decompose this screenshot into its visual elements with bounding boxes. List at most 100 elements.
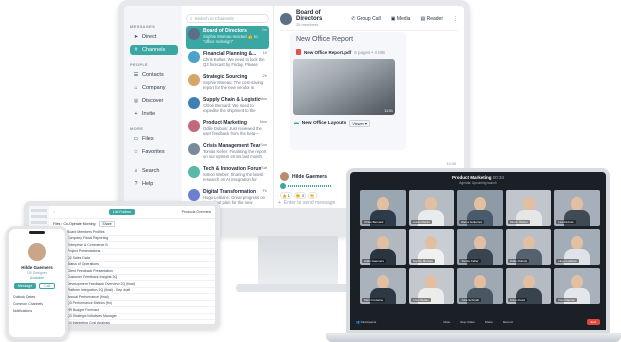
video-tile[interactable]: Simon Weber bbox=[505, 190, 552, 226]
video-tile[interactable]: Odile Dubois bbox=[505, 229, 552, 265]
search-input[interactable]: ⌕ Search in Channels bbox=[186, 14, 269, 23]
chat-avatar bbox=[188, 166, 200, 178]
reader-button[interactable]: ▤ Reader bbox=[420, 16, 443, 22]
plus-icon: + bbox=[134, 111, 138, 117]
reaction-chip[interactable]: 👍 1 bbox=[280, 192, 292, 199]
participant-name: Chris Bullas bbox=[410, 298, 431, 302]
file-name: New Office Report.pdf bbox=[304, 49, 352, 55]
participant-name: Marc Fontaine bbox=[362, 298, 386, 302]
chat-item[interactable]: Financial Planning &... 1h Chris Bullas: W… bbox=[186, 49, 269, 72]
file-name: Enterprise & Commerce B bbox=[67, 242, 108, 247]
laptop-device: Product Marketing 00:34 Agenda: Upcoming… bbox=[346, 168, 610, 334]
video-tile[interactable]: Lucas Martin bbox=[408, 190, 455, 226]
nav-item-direct[interactable]: ➤ Direct bbox=[130, 32, 178, 42]
reaction-chip[interactable]: 👏 bbox=[307, 192, 317, 199]
video-tile[interactable]: Anna Rossi bbox=[505, 268, 552, 304]
video-tile[interactable]: Léa Dubois bbox=[554, 190, 600, 226]
participant-head bbox=[522, 275, 535, 289]
table-row[interactable]: Recruiting Campaign Dashboard bbox=[49, 327, 215, 330]
voice-message[interactable] bbox=[280, 183, 332, 189]
nav-item-contacts[interactable]: ☰ Contacts bbox=[130, 70, 178, 80]
video-tile[interactable]: Elena Gutierrez bbox=[457, 190, 503, 226]
chat-preview: Sophie Moreau: The cost-saving report fo… bbox=[203, 80, 264, 90]
chat-avatar bbox=[188, 143, 200, 155]
video-tile[interactable]: Chloé Bernard bbox=[360, 190, 406, 226]
office-photo[interactable]: 11:51 bbox=[293, 59, 395, 115]
participant-head bbox=[376, 275, 389, 289]
play-icon[interactable] bbox=[280, 183, 286, 189]
more-menu-icon[interactable]: ⋮ bbox=[453, 16, 458, 22]
tablet-search-input[interactable]: ⌕ bbox=[53, 210, 55, 214]
share-screen-button[interactable]: Share bbox=[485, 320, 493, 324]
participant-name: Hilde Gaemers bbox=[362, 259, 387, 263]
call-button[interactable]: Call bbox=[39, 283, 56, 289]
nav-item-search[interactable]: ⌕ Search bbox=[130, 166, 178, 176]
message-button[interactable]: Message bbox=[14, 283, 37, 289]
participant-name: Hugo Leblanc bbox=[556, 259, 579, 263]
chat-item[interactable]: Board of Directors 2m Sophie Moreau reacte… bbox=[186, 26, 269, 49]
table-row[interactable]: Q4 Marketing Cost Analysis bbox=[49, 320, 215, 324]
chat-time: Mon bbox=[259, 97, 267, 101]
search-icon: ⌕ bbox=[190, 16, 193, 21]
video-tile[interactable]: Julia Schmidt bbox=[457, 268, 503, 304]
video-tile[interactable]: Tomás Keller bbox=[457, 229, 503, 265]
chat-item[interactable]: Supply Chain & Logistics Mon Chloé Bernard… bbox=[186, 95, 269, 118]
conversation-header: Board of Directors 25 members ✆ Group Ca… bbox=[280, 10, 458, 31]
pdf-icon bbox=[296, 49, 301, 55]
chat-preview: Simon Weber: Sharing the latest research… bbox=[203, 172, 264, 182]
group-call-button[interactable]: ✆ Group Call bbox=[351, 16, 381, 22]
layouts-label: New Office Layouts bbox=[301, 121, 347, 126]
chat-time: 2m bbox=[261, 28, 267, 32]
nav-item-discover[interactable]: ◎ Discover bbox=[130, 96, 178, 106]
nav-item-company[interactable]: ⌂ Company bbox=[130, 83, 178, 93]
participant-name: Anna Rossi bbox=[507, 298, 528, 302]
video-tile[interactable]: Chris Bullas bbox=[408, 268, 455, 304]
video-tile[interactable]: Hilde Gaemers bbox=[360, 229, 406, 265]
nav-item-label: Discover bbox=[142, 98, 164, 104]
nav-item-help[interactable]: ? Help bbox=[130, 179, 178, 189]
profile-menu-item[interactable]: Notifications bbox=[13, 309, 43, 313]
nav-item-label: Invite bbox=[142, 111, 156, 117]
participants-button[interactable]: 👥 Participants bbox=[356, 320, 376, 324]
end-call-button[interactable]: End bbox=[586, 319, 600, 325]
chat-preview: Odile Dubois: Just reviewed the user fee… bbox=[203, 126, 262, 136]
file-table: Board Members Profiles Company Fiscal Rep… bbox=[49, 229, 215, 330]
plus-icon[interactable]: + bbox=[278, 200, 281, 206]
video-tile[interactable]: Marc Fontaine bbox=[360, 268, 406, 304]
message-composer[interactable]: + Enter to send message bbox=[278, 200, 335, 206]
meeting-subtitle: Agenda: Upcoming launch bbox=[459, 181, 497, 185]
hash-icon: # bbox=[134, 47, 138, 53]
participant-name: Sophie Moreau bbox=[410, 259, 435, 263]
nav-item-favorites[interactable]: ☆ Favorites bbox=[130, 147, 178, 157]
video-tile[interactable]: Paul Mercier bbox=[554, 268, 600, 304]
chat-avatar bbox=[188, 97, 200, 109]
chat-time: 2h bbox=[262, 74, 267, 78]
participant-name: Lucas Martin bbox=[410, 220, 432, 224]
chat-avatar bbox=[188, 189, 200, 201]
chat-item[interactable]: Product Marketing Mon Odile Dubois: Just r… bbox=[186, 118, 269, 141]
tab-list-folders[interactable]: List Folders bbox=[108, 209, 136, 215]
viewer-dropdown[interactable]: Viewer ▾ bbox=[349, 120, 370, 127]
video-tile[interactable]: Hugo Leblanc bbox=[554, 229, 600, 265]
mute-button[interactable]: Mute bbox=[444, 320, 451, 324]
profile-menu-item[interactable]: Common Channels bbox=[13, 302, 43, 306]
chat-item[interactable]: Tech & Innovation Forum Sat Simon Weber: S… bbox=[186, 164, 269, 187]
share-button[interactable]: Share bbox=[99, 221, 115, 227]
nav-item-invite[interactable]: + Invite bbox=[130, 109, 178, 119]
record-button[interactable]: Record bbox=[503, 320, 513, 324]
reaction-chip[interactable]: 🙂 3 bbox=[293, 192, 306, 199]
file-attachment[interactable]: New Office Report.pdf 6 pages • 4 MB bbox=[296, 49, 385, 55]
nav-item-files[interactable]: ▭ Files bbox=[130, 134, 178, 144]
nav-item-channels[interactable]: # Channels bbox=[130, 45, 178, 55]
video-tile[interactable]: Sophie Moreau bbox=[408, 229, 455, 265]
company-icon: ⌂ bbox=[134, 85, 138, 91]
chat-item[interactable]: Strategic Sourcing 2h Sophie Moreau: The c… bbox=[186, 72, 269, 95]
media-button[interactable]: ▣ Media bbox=[391, 16, 411, 22]
channel-avatar bbox=[280, 12, 292, 25]
chat-preview: Sophie Moreau reacted 👍 to "office redes… bbox=[203, 34, 258, 44]
profile-menu-item[interactable]: Outlook Dates bbox=[13, 295, 43, 299]
chat-item[interactable]: Crisis Management Team Sun Tomás Keller: F… bbox=[186, 141, 269, 164]
layouts-row[interactable]: ▬ New Office Layouts Viewer ▾ bbox=[294, 120, 370, 127]
reactions: 👍 1 🙂 3 👏 bbox=[280, 192, 317, 199]
stop-video-button[interactable]: Stop Video bbox=[460, 320, 475, 324]
